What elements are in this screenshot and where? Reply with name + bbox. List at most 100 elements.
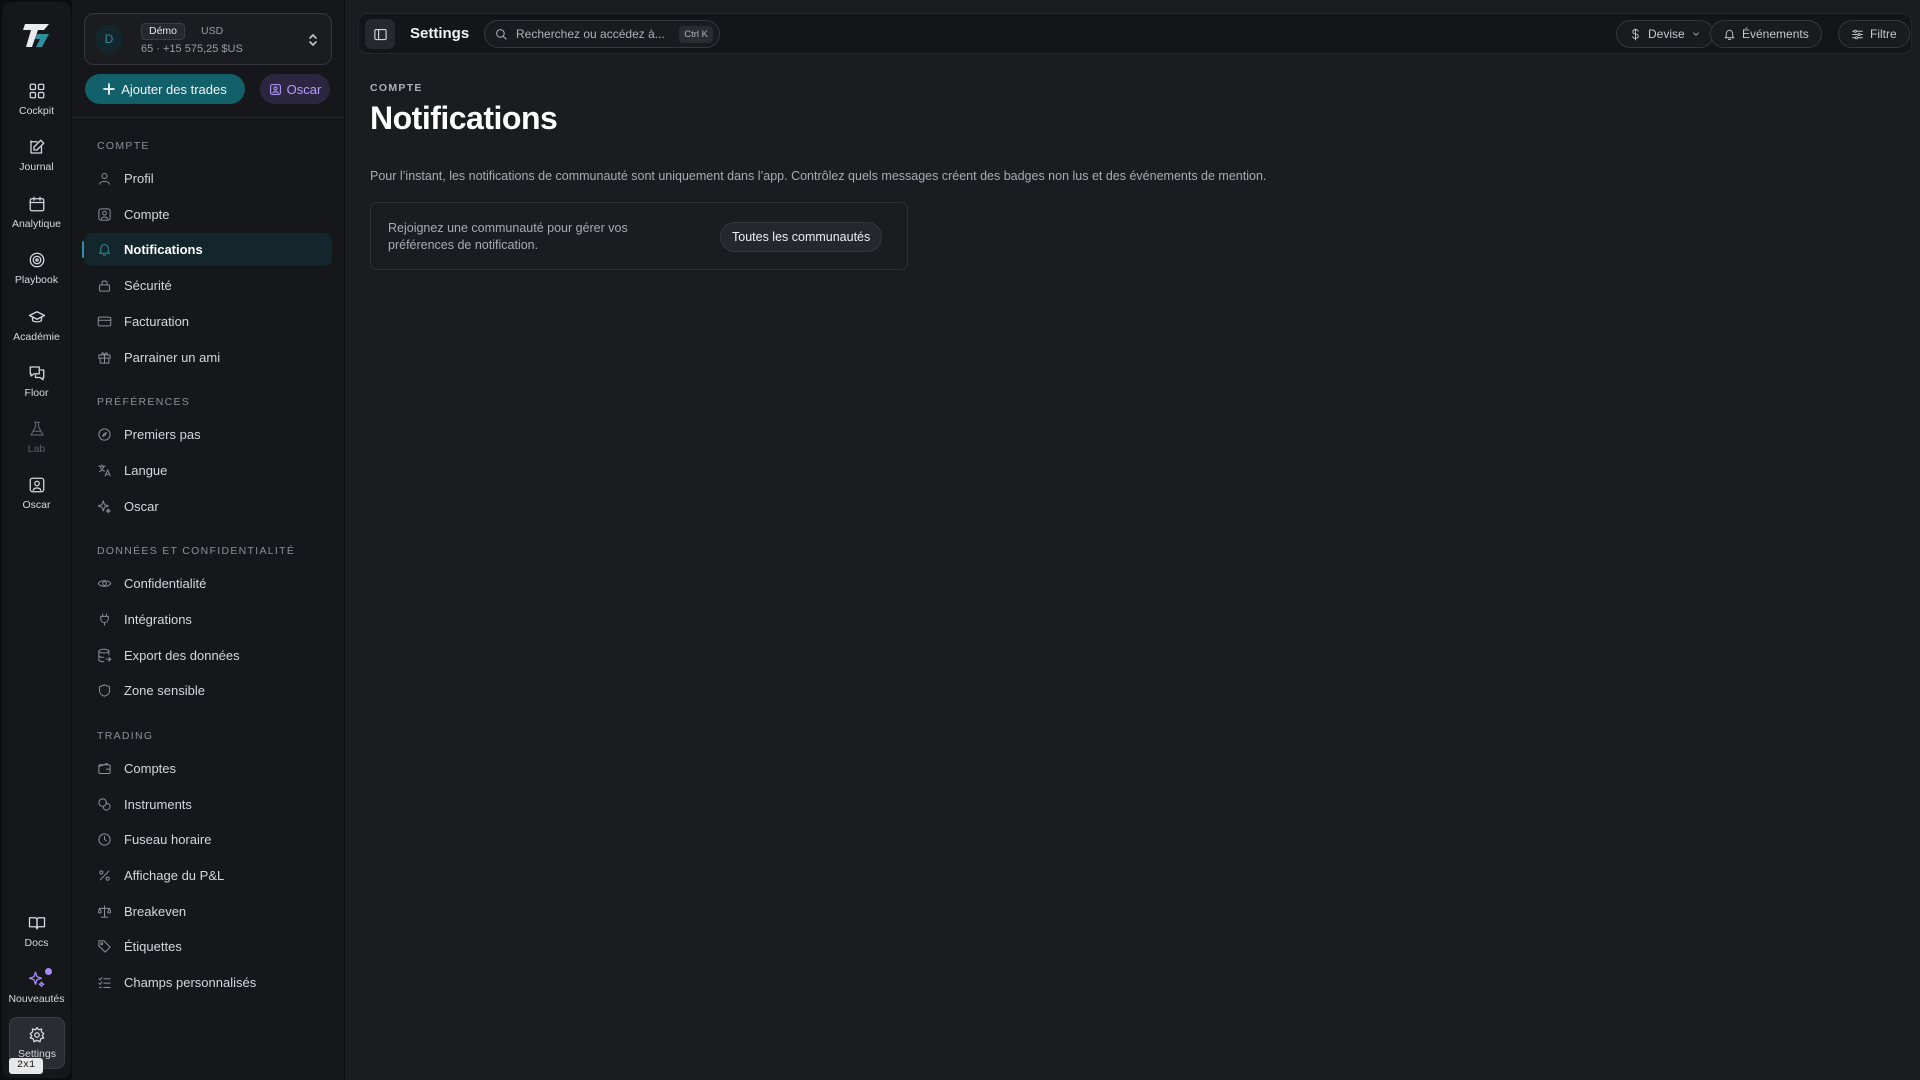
rail-item-journal[interactable]: Journal bbox=[2, 138, 71, 188]
sidebar-item-integrations[interactable]: Intégrations bbox=[84, 603, 332, 636]
sidebar-item-label: Langue bbox=[124, 463, 168, 478]
evenements-button[interactable]: Événements bbox=[1710, 20, 1822, 48]
devise-dropdown[interactable]: Devise bbox=[1616, 20, 1714, 48]
sidebar-item-notifications[interactable]: Notifications bbox=[82, 233, 332, 266]
rail-label: Nouveautés bbox=[8, 993, 65, 1005]
rail-item-analytique[interactable]: Analytique bbox=[2, 195, 71, 245]
sidebar-item-breakeven[interactable]: Breakeven bbox=[84, 895, 332, 928]
rail-item-lab[interactable]: Lab bbox=[2, 420, 71, 470]
sidebar-item-label: Oscar bbox=[124, 499, 159, 514]
user-square-icon bbox=[29, 477, 44, 493]
filtre-button[interactable]: Filtre bbox=[1838, 20, 1910, 48]
sidebar-item-export[interactable]: Export des données bbox=[84, 639, 332, 672]
community-notification-card: Rejoignez une communauté pour gérer vos … bbox=[370, 202, 908, 270]
sidebar-item-label: Affichage du P&L bbox=[124, 868, 225, 883]
avatar: D bbox=[95, 25, 123, 53]
sidebar-item-langue[interactable]: Langue bbox=[84, 454, 332, 487]
demo-badge: Démo bbox=[141, 23, 186, 40]
rail-label: Analytique bbox=[11, 218, 62, 230]
add-trades-button[interactable]: Ajouter des trades bbox=[85, 74, 245, 104]
sidebar-item-fuseau-horaire[interactable]: Fuseau horaire bbox=[84, 823, 332, 856]
sidebar-item-label: Notifications bbox=[124, 242, 203, 257]
divider bbox=[72, 117, 344, 118]
rail-label: Oscar bbox=[22, 499, 51, 511]
rail-item-cockpit[interactable]: Cockpit bbox=[2, 82, 71, 132]
account-currency: USD bbox=[201, 25, 224, 37]
compass-icon bbox=[98, 428, 111, 441]
oscar-label: Oscar bbox=[286, 81, 322, 97]
add-trades-label: Ajouter des trades bbox=[121, 81, 227, 97]
clock-icon bbox=[98, 833, 111, 846]
sidebar-item-parrainer[interactable]: Parrainer un ami bbox=[84, 341, 332, 374]
sidebar-item-affichage-pnl[interactable]: Affichage du P&L bbox=[84, 859, 332, 892]
sidebar-item-etiquettes[interactable]: Étiquettes bbox=[84, 930, 332, 963]
sidebar-toggle-button[interactable] bbox=[365, 19, 395, 49]
tag-icon bbox=[98, 940, 111, 953]
account-stats: 65 · +15 575,25 $US bbox=[141, 43, 243, 55]
app-logo-icon[interactable] bbox=[22, 20, 52, 50]
graduation-cap-icon bbox=[28, 311, 45, 323]
panel-left-icon bbox=[373, 28, 387, 40]
sidebar-item-facturation[interactable]: Facturation bbox=[84, 305, 332, 338]
sidebar-item-label: Intégrations bbox=[124, 612, 192, 627]
page-description: Pour l’instant, les notifications de com… bbox=[370, 169, 1267, 183]
card-message: Rejoignez une communauté pour gérer vos … bbox=[388, 221, 628, 252]
sidebar-item-label: Profil bbox=[124, 171, 154, 186]
section-title-donnees: DONNÉES ET CONFIDENTIALITÉ bbox=[97, 545, 296, 557]
rail-item-oscar[interactable]: Oscar bbox=[2, 476, 71, 526]
page-context-title: Settings bbox=[410, 25, 470, 42]
credit-card-icon bbox=[97, 316, 112, 327]
translate-icon bbox=[98, 464, 111, 477]
rail-item-docs[interactable]: Docs bbox=[2, 914, 71, 964]
rail-item-playbook[interactable]: Playbook bbox=[2, 251, 71, 301]
gift-icon bbox=[98, 352, 111, 364]
sidebar-item-comptes[interactable]: Comptes bbox=[84, 752, 332, 785]
sidebar-item-instruments[interactable]: Instruments bbox=[84, 788, 332, 821]
filtre-label: Filtre bbox=[1870, 27, 1897, 41]
gear-icon bbox=[29, 1026, 45, 1043]
account-switcher[interactable]: D Démo USD 65 · +15 575,25 $US bbox=[84, 13, 332, 65]
search-input[interactable]: Recherchez ou accédez à... Ctrl K bbox=[484, 20, 720, 48]
section-title-trading: TRADING bbox=[97, 730, 154, 742]
all-communities-button[interactable]: Toutes les communautés bbox=[720, 222, 883, 252]
sidebar-item-securite[interactable]: Sécurité bbox=[84, 269, 332, 302]
plus-icon bbox=[103, 83, 116, 95]
calendar-icon bbox=[29, 196, 44, 212]
rail-label: Lab bbox=[27, 443, 46, 455]
section-title-compte: COMPTE bbox=[97, 140, 150, 152]
sparkles-icon bbox=[97, 500, 111, 514]
rail-label: Académie bbox=[13, 331, 60, 343]
user-square-icon bbox=[98, 208, 111, 221]
rail-label: Cockpit bbox=[18, 105, 54, 117]
percent-icon bbox=[99, 870, 110, 881]
rail-item-nouveautes[interactable]: Nouveautés bbox=[2, 968, 71, 1020]
scale-icon bbox=[97, 905, 112, 918]
list-checks-icon bbox=[98, 977, 111, 988]
sidebar-item-label: Compte bbox=[124, 207, 170, 222]
rail-item-floor[interactable]: Floor bbox=[2, 364, 71, 414]
flask-icon bbox=[29, 421, 44, 436]
sidebar-item-premiers-pas[interactable]: Premiers pas bbox=[84, 418, 332, 451]
breadcrumb: COMPTE bbox=[370, 82, 423, 94]
sidebar-item-oscar-pref[interactable]: Oscar bbox=[84, 490, 332, 523]
app-rail: Cockpit Journal Analytique Playbook Acad… bbox=[2, 2, 71, 1078]
plug-icon bbox=[100, 613, 109, 626]
sidebar-item-label: Confidentialité bbox=[124, 576, 207, 591]
main-content: Settings Recherchez ou accédez à... Ctrl… bbox=[345, 0, 1920, 1080]
devise-label: Devise bbox=[1648, 27, 1685, 41]
sidebar-item-zone-sensible[interactable]: Zone sensible bbox=[84, 674, 332, 707]
bell-icon bbox=[1724, 29, 1735, 40]
rail-item-academie[interactable]: Académie bbox=[2, 308, 71, 358]
evenements-label: Événements bbox=[1742, 27, 1809, 41]
search-icon bbox=[496, 28, 507, 40]
edit-note-icon bbox=[29, 139, 44, 154]
sidebar-item-confidentialite[interactable]: Confidentialité bbox=[84, 567, 332, 600]
sidebar-item-label: Zone sensible bbox=[124, 683, 205, 698]
sidebar-item-champs-perso[interactable]: Champs personnalisés bbox=[84, 966, 332, 999]
sliders-icon bbox=[1852, 29, 1863, 39]
lock-icon bbox=[99, 280, 110, 292]
sidebar-item-profil[interactable]: Profil bbox=[84, 162, 332, 195]
oscar-button[interactable]: Oscar bbox=[260, 74, 330, 104]
sidebar-item-compte[interactable]: Compte bbox=[84, 198, 332, 231]
page-title: Notifications bbox=[370, 100, 558, 136]
